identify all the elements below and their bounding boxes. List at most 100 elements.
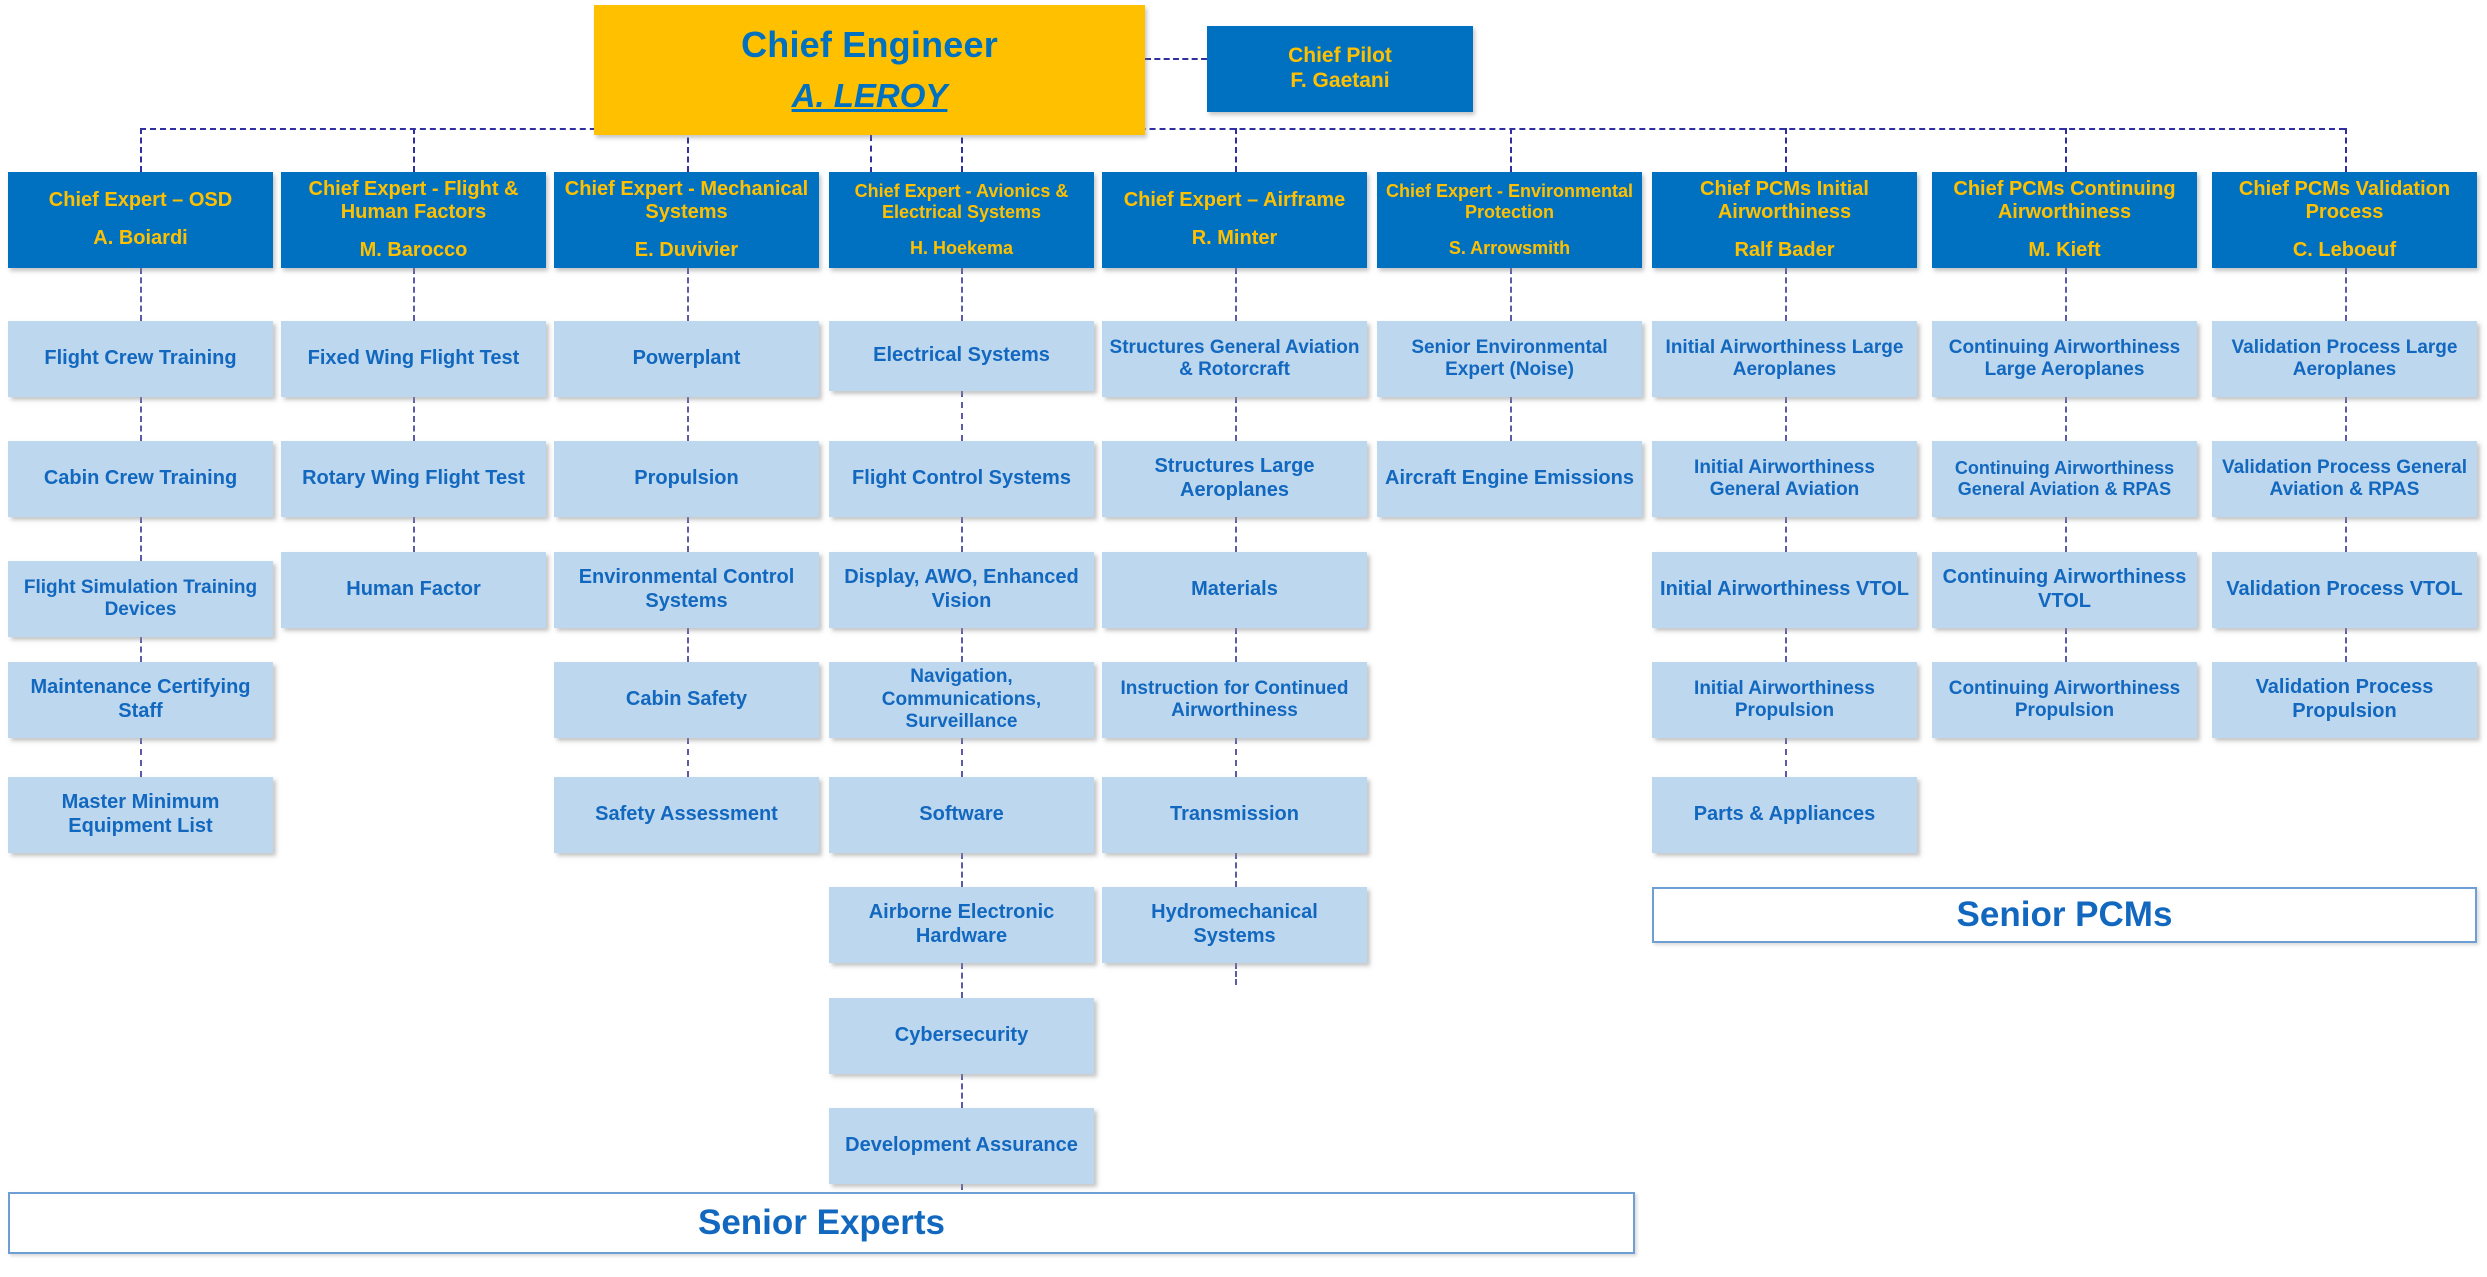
leaf-8-3[interactable]: Validation Process Propulsion — [2212, 662, 2477, 738]
leaf-label: Airborne Electronic Hardware — [868, 901, 1055, 947]
leaf-3-5[interactable]: Airborne Electronic Hardware — [829, 887, 1094, 963]
leaf-4-4[interactable]: Transmission — [1102, 777, 1367, 853]
column-header-role: Chief Expert – Airframe — [1123, 189, 1346, 212]
leaf-2-0[interactable]: Powerplant — [554, 321, 819, 397]
chief-engineer-name: A. LEROY — [791, 76, 948, 114]
leaf-8-0[interactable]: Validation Process Large Aeroplanes — [2212, 321, 2477, 397]
leaf-4-5[interactable]: Hydromechanical Systems — [1102, 887, 1367, 963]
leaf-0-1[interactable]: Cabin Crew Training — [8, 441, 273, 517]
leaf-3-7[interactable]: Development Assurance — [829, 1108, 1094, 1184]
leaf-link-8-1 — [2345, 397, 2347, 441]
leaf-link-4-5 — [1235, 853, 1237, 887]
column-header-name: C. Leboeuf — [2292, 238, 2397, 261]
leaf-0-4[interactable]: Master Minimum Equipment List — [8, 777, 273, 853]
leaf-link-2-0 — [687, 268, 689, 321]
leaf-label: Flight Crew Training — [44, 347, 237, 370]
leaf-link-6-0 — [1785, 268, 1787, 321]
leaf-1-2[interactable]: Human Factor — [281, 552, 546, 628]
column-header-role: Chief PCMs Validation Process — [2238, 177, 2451, 224]
leaf-6-2[interactable]: Initial Airworthiness VTOL — [1652, 552, 1917, 628]
leaf-label: Initial Airworthiness Large Aeroplanes — [1665, 336, 1904, 380]
leaf-link-5-0 — [1510, 268, 1512, 321]
leaf-0-3[interactable]: Maintenance Certifying Staff — [8, 662, 273, 738]
column-header-3[interactable]: Chief Expert - Avionics & Electrical Sys… — [829, 172, 1094, 268]
leaf-7-0[interactable]: Continuing Airworthiness Large Aeroplane… — [1932, 321, 2197, 397]
leaf-5-0[interactable]: Senior Environmental Expert (Noise) — [1377, 321, 1642, 397]
leaf-4-1[interactable]: Structures Large Aeroplanes — [1102, 441, 1367, 517]
leaf-3-3[interactable]: Navigation, Communications, Surveillance — [829, 662, 1094, 738]
leaf-link-6-2 — [1785, 517, 1787, 552]
column-header-5[interactable]: Chief Expert - Environmental Protection S… — [1377, 172, 1642, 268]
leaf-link-7-3 — [2065, 628, 2067, 662]
leaf-8-2[interactable]: Validation Process VTOL — [2212, 552, 2477, 628]
chief-pilot-title: Chief Pilot — [1288, 44, 1392, 68]
leaf-link-5-1 — [1510, 397, 1512, 441]
leaf-link-3-1 — [961, 391, 963, 441]
column-header-0[interactable]: Chief Expert – OSD A. Boiardi — [8, 172, 273, 268]
leaf-6-0[interactable]: Initial Airworthiness Large Aeroplanes — [1652, 321, 1917, 397]
leaf-8-1[interactable]: Validation Process General Aviation & RP… — [2212, 441, 2477, 517]
leaf-label: Environmental Control Systems — [578, 566, 795, 612]
leaf-label: Software — [919, 803, 1004, 826]
leaf-7-2[interactable]: Continuing Airworthiness VTOL — [1932, 552, 2197, 628]
leaf-6-1[interactable]: Initial Airworthiness General Aviation — [1652, 441, 1917, 517]
leaf-1-1[interactable]: Rotary Wing Flight Test — [281, 441, 546, 517]
leaf-label: Materials — [1191, 578, 1278, 601]
leaf-link-3-6 — [961, 963, 963, 998]
leaf-tail-4 — [1235, 963, 1237, 985]
leaf-3-1[interactable]: Flight Control Systems — [829, 441, 1094, 517]
leaf-label: Navigation, Communications, Surveillance — [881, 666, 1042, 733]
leaf-label: Validation Process Large Aeroplanes — [2231, 336, 2458, 380]
leaf-0-0[interactable]: Flight Crew Training — [8, 321, 273, 397]
leaf-6-3[interactable]: Initial Airworthiness Propulsion — [1652, 662, 1917, 738]
column-header-8[interactable]: Chief PCMs Validation Process C. Leboeuf — [2212, 172, 2477, 268]
leaf-link-4-3 — [1235, 628, 1237, 662]
leaf-4-3[interactable]: Instruction for Continued Airworthiness — [1102, 662, 1367, 738]
leaf-link-8-0 — [2345, 268, 2347, 321]
leaf-7-3[interactable]: Continuing Airworthiness Propulsion — [1932, 662, 2197, 738]
leaf-label: Initial Airworthiness General Aviation — [1694, 456, 1875, 500]
leaf-link-3-4 — [961, 738, 963, 777]
leaf-link-3-7 — [961, 1074, 963, 1108]
column-header-6[interactable]: Chief PCMs Initial Airworthiness Ralf Bad… — [1652, 172, 1917, 268]
leaf-1-0[interactable]: Fixed Wing Flight Test — [281, 321, 546, 397]
leaf-5-1[interactable]: Aircraft Engine Emissions — [1377, 441, 1642, 517]
leaf-3-2[interactable]: Display, AWO, Enhanced Vision — [829, 552, 1094, 628]
leaf-6-4[interactable]: Parts & Appliances — [1652, 777, 1917, 853]
leaf-link-1-0 — [413, 268, 415, 321]
leaf-label: Powerplant — [632, 347, 741, 370]
senior-experts-banner: Senior Experts — [8, 1192, 1635, 1254]
column-header-7[interactable]: Chief PCMs Continuing Airworthiness M. Ki… — [1932, 172, 2197, 268]
senior-pcms-label: Senior PCMs — [1956, 895, 2173, 935]
column-header-role: Chief PCMs Initial Airworthiness — [1700, 177, 1869, 224]
leaf-2-1[interactable]: Propulsion — [554, 441, 819, 517]
leaf-link-4-1 — [1235, 397, 1237, 441]
column-header-4[interactable]: Chief Expert – Airframe R. Minter — [1102, 172, 1367, 268]
leaf-3-4[interactable]: Software — [829, 777, 1094, 853]
leaf-link-7-1 — [2065, 397, 2067, 441]
chief-engineer-box[interactable]: Chief Engineer A. LEROY — [594, 5, 1145, 135]
leaf-4-2[interactable]: Materials — [1102, 552, 1367, 628]
leaf-4-0[interactable]: Structures General Aviation & Rotorcraft — [1102, 321, 1367, 397]
leaf-3-6[interactable]: Cybersecurity — [829, 998, 1094, 1074]
leaf-label: Parts & Appliances — [1693, 803, 1876, 826]
leaf-2-3[interactable]: Cabin Safety — [554, 662, 819, 738]
leaf-link-4-2 — [1235, 517, 1237, 552]
column-header-name: Ralf Bader — [1734, 238, 1835, 261]
leaf-label: Development Assurance — [845, 1134, 1078, 1157]
leaf-label: Instruction for Continued Airworthiness — [1120, 677, 1349, 721]
leaf-label: Cabin Crew Training — [43, 467, 238, 490]
leaf-0-2[interactable]: Flight Simulation Training Devices — [8, 561, 273, 637]
leaf-2-4[interactable]: Safety Assessment — [554, 777, 819, 853]
leaf-label: Propulsion — [634, 467, 739, 490]
leaf-label: Structures General Aviation & Rotorcraft — [1109, 336, 1360, 380]
leaf-7-1[interactable]: Continuing Airworthiness General Aviatio… — [1932, 441, 2197, 517]
bus-drop-1 — [413, 128, 415, 172]
column-header-1[interactable]: Chief Expert - Flight & Human Factors M. … — [281, 172, 546, 268]
column-header-name: A. Boiardi — [93, 227, 188, 249]
leaf-3-0[interactable]: Electrical Systems — [829, 321, 1094, 391]
chief-pilot-box[interactable]: Chief Pilot F. Gaetani — [1207, 26, 1473, 112]
leaf-2-2[interactable]: Environmental Control Systems — [554, 552, 819, 628]
column-header-2[interactable]: Chief Expert - Mechanical Systems E. Duvi… — [554, 172, 819, 268]
leaf-label: Validation Process Propulsion — [2255, 676, 2434, 722]
